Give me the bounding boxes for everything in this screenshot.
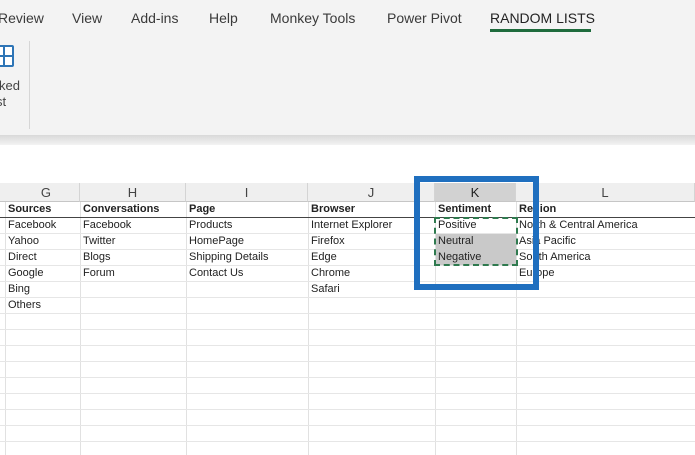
cell-g3[interactable]: Yahoo xyxy=(5,233,80,249)
column-header-g[interactable]: G xyxy=(0,183,80,202)
cell-g7[interactable]: Others xyxy=(5,297,80,313)
cell-i5[interactable]: Contact Us xyxy=(186,265,308,281)
gridline xyxy=(0,377,695,378)
gridline xyxy=(0,361,695,362)
gridline xyxy=(0,393,695,394)
gridline xyxy=(0,425,695,426)
cell-i4[interactable]: Shipping Details xyxy=(186,249,308,265)
cell-h5[interactable]: Forum xyxy=(80,265,186,281)
cell-h1[interactable]: Conversations xyxy=(80,201,186,217)
cell-l5[interactable]: Europe xyxy=(516,265,695,281)
gridline xyxy=(0,409,695,410)
cell-l3[interactable]: Asia Pacific xyxy=(516,233,695,249)
column-header-l[interactable]: L xyxy=(516,183,695,202)
cell-i1[interactable]: Page xyxy=(186,201,308,217)
gridline xyxy=(0,297,695,298)
gridline xyxy=(0,313,695,314)
worksheet-grid: G H I J K L Sources Facebook Yahoo Direc… xyxy=(0,0,695,455)
cell-l2[interactable]: North & Central America xyxy=(516,217,695,233)
cell-g6[interactable]: Bing xyxy=(5,281,80,297)
cell-h2[interactable]: Facebook xyxy=(80,217,186,233)
column-header-i[interactable]: I xyxy=(186,183,308,202)
cell-i2[interactable]: Products xyxy=(186,217,308,233)
cell-g5[interactable]: Google xyxy=(5,265,80,281)
cell-l1[interactable]: Region xyxy=(516,201,695,217)
cell-h4[interactable]: Blogs xyxy=(80,249,186,265)
cell-h3[interactable]: Twitter xyxy=(80,233,186,249)
column-header-h[interactable]: H xyxy=(80,183,186,202)
cell-l4[interactable]: South America xyxy=(516,249,695,265)
gridline xyxy=(0,441,695,442)
cell-i3[interactable]: HomePage xyxy=(186,233,308,249)
cell-g4[interactable]: Direct xyxy=(5,249,80,265)
gridline xyxy=(0,329,695,330)
cell-g1[interactable]: Sources xyxy=(5,201,80,217)
cell-g2[interactable]: Facebook xyxy=(5,217,80,233)
highlight-annotation-box xyxy=(414,176,539,290)
gridline xyxy=(0,345,695,346)
